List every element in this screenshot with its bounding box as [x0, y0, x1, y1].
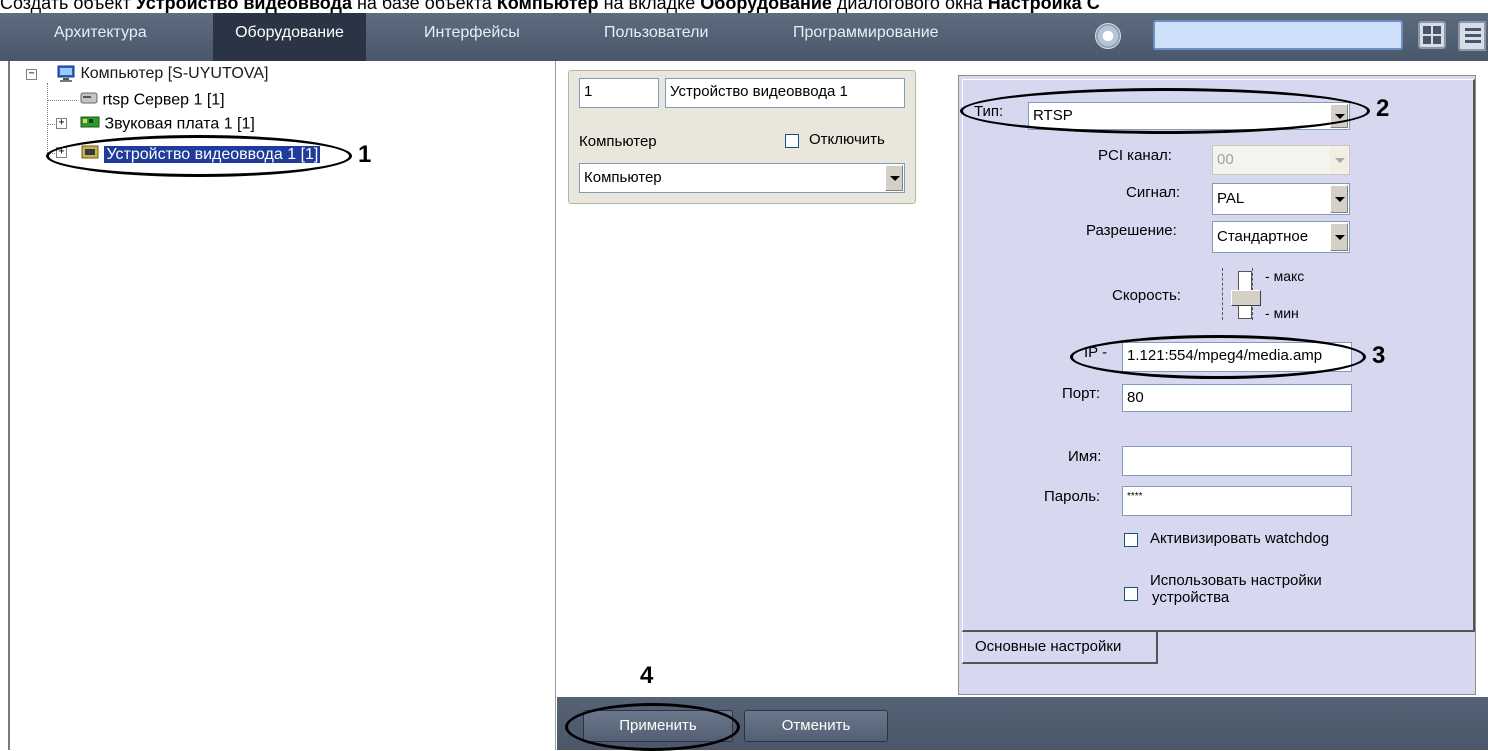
- computer-select-value: Компьютер: [584, 169, 662, 186]
- password-label: Пароль:: [1044, 488, 1101, 505]
- ip-field[interactable]: 1.121:554/mpeg4/media.amp: [1122, 342, 1352, 372]
- pci-channel-label: PCI канал:: [1098, 147, 1172, 164]
- main-menu-bar: Архитектура Оборудование Интерфейсы Поль…: [0, 13, 1488, 61]
- chevron-down-icon[interactable]: [1330, 223, 1348, 251]
- computer-select[interactable]: Компьютер: [579, 163, 905, 193]
- pci-channel-value: 00: [1217, 151, 1234, 168]
- sound-card-icon: [80, 115, 100, 134]
- expand-icon[interactable]: +: [56, 118, 67, 129]
- signal-select[interactable]: PAL: [1212, 183, 1350, 215]
- chevron-down-icon[interactable]: [1330, 104, 1348, 128]
- watchdog-label: Активизировать watchdog: [1150, 530, 1330, 547]
- callout-number: 2: [1376, 95, 1390, 122]
- port-field[interactable]: 80: [1122, 384, 1352, 412]
- action-bar: Применить Отменить: [557, 697, 1488, 750]
- caption-text: на вкладке: [598, 0, 701, 13]
- tree-item-computer[interactable]: Компьютер [S-UYUTOVA]: [56, 65, 268, 83]
- computer-label: Компьютер: [579, 133, 657, 150]
- object-tree-panel: − Компьютер [S-UYUTOVA] rtsp Сервер 1 [1…: [8, 61, 556, 750]
- name-label: Имя:: [1068, 448, 1102, 465]
- list-view-icon[interactable]: [1458, 21, 1486, 51]
- speed-min-label: - мин: [1265, 305, 1299, 321]
- signal-label: Сигнал:: [1126, 184, 1181, 201]
- tab-interfaces[interactable]: Интерфейсы: [424, 13, 520, 61]
- server-icon: [80, 91, 98, 110]
- callout-number: 3: [1372, 342, 1386, 369]
- tree-item-label: Звуковая плата 1 [1]: [104, 115, 255, 133]
- resolution-select[interactable]: Стандартное: [1212, 221, 1350, 253]
- disable-label: Отключить: [809, 131, 885, 148]
- collapse-icon[interactable]: −: [26, 69, 37, 80]
- type-label: Тип:: [974, 103, 1004, 120]
- speed-max-label: - макс: [1265, 268, 1305, 284]
- tree-item-rtsp-server[interactable]: rtsp Сервер 1 [1]: [80, 91, 225, 110]
- ip-label: IP -: [1084, 344, 1108, 361]
- callout-number: 4: [640, 662, 654, 689]
- speed-label: Скорость:: [1112, 287, 1181, 304]
- caption-text: Создать объект: [0, 0, 136, 13]
- username-field[interactable]: [1122, 446, 1352, 476]
- slider-thumb[interactable]: [1231, 290, 1261, 306]
- tab-programming[interactable]: Программирование: [793, 13, 939, 61]
- object-name-field[interactable]: Устройство видеоввода 1: [665, 78, 905, 108]
- resolution-label: Разрешение:: [1086, 222, 1177, 239]
- pci-channel-select[interactable]: 00: [1212, 145, 1350, 175]
- caption-bold: Компьютер: [496, 0, 599, 13]
- port-label: Порт:: [1062, 385, 1101, 402]
- resolution-value: Стандартное: [1217, 228, 1309, 245]
- caption-text: диалогового окна: [831, 0, 988, 13]
- tab-basic-settings[interactable]: Основные настройки: [962, 632, 1158, 664]
- chevron-down-icon[interactable]: [1330, 147, 1348, 173]
- chevron-down-icon[interactable]: [885, 165, 903, 191]
- device-settings-label: Использовать настройки устройства: [1150, 572, 1322, 606]
- tree-item-sound-card[interactable]: Звуковая плата 1 [1]: [80, 115, 255, 134]
- type-select-value: RTSP: [1033, 107, 1073, 124]
- object-id-field[interactable]: 1: [579, 78, 659, 108]
- watchdog-checkbox[interactable]: [1124, 533, 1138, 547]
- tree-item-label: Устройство видеоввода 1 [1]: [104, 145, 321, 163]
- caption-bold: Устройство видеоввода: [135, 0, 352, 13]
- tab-users[interactable]: Пользователи: [604, 13, 708, 61]
- slider-ticks: [1222, 268, 1223, 320]
- tab-architecture[interactable]: Архитектура: [54, 13, 147, 61]
- tree-item-video-device[interactable]: Устройство видеоввода 1 [1]: [80, 144, 321, 165]
- signal-value: PAL: [1217, 190, 1245, 207]
- device-settings-checkbox[interactable]: [1124, 587, 1138, 601]
- disable-checkbox[interactable]: [785, 134, 799, 148]
- caption-bold: Оборудование: [700, 0, 832, 13]
- callout-number: 1: [358, 141, 372, 168]
- apply-button[interactable]: Применить: [583, 710, 733, 742]
- caption-text: на базе объекта: [351, 0, 497, 13]
- object-header-box: 1 Устройство видеоввода 1 Компьютер Откл…: [568, 70, 916, 204]
- cancel-button[interactable]: Отменить: [744, 710, 888, 742]
- tree-item-label: rtsp Сервер 1 [1]: [102, 91, 225, 109]
- search-input[interactable]: [1153, 20, 1403, 50]
- grid-view-icon[interactable]: [1418, 21, 1446, 49]
- video-device-icon: [80, 144, 100, 165]
- instruction-caption: Создать объект Устройство видеоввода на …: [0, 0, 1100, 14]
- computer-icon: [56, 65, 76, 83]
- sun-icon[interactable]: [1095, 23, 1121, 49]
- type-select[interactable]: RTSP: [1028, 102, 1350, 130]
- tab-hardware[interactable]: Оборудование: [213, 13, 366, 61]
- tree-item-label: Компьютер [S-UYUTOVA]: [80, 65, 269, 83]
- password-field[interactable]: ****: [1122, 486, 1352, 516]
- caption-bold: Настройка С: [987, 0, 1100, 13]
- expand-icon[interactable]: +: [56, 147, 67, 158]
- chevron-down-icon[interactable]: [1330, 185, 1348, 213]
